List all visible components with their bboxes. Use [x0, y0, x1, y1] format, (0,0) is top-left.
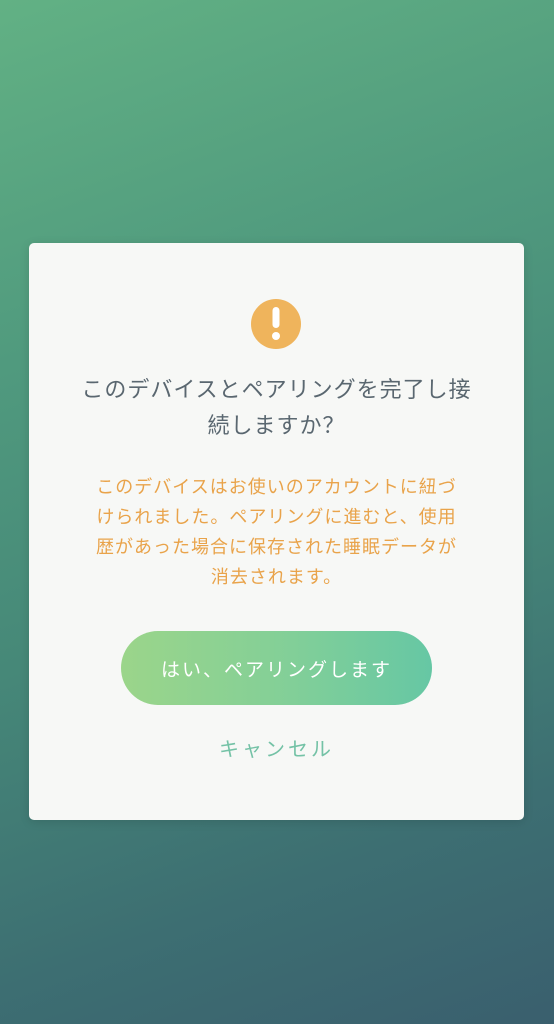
dialog-message: このデバイスはお使いのアカウントに紐づ けられました。ペアリングに進むと、使用 … — [69, 473, 484, 593]
pairing-confirm-dialog: このデバイスとペアリングを完了し接 続しますか？ このデバイスはお使いのアカウン… — [29, 243, 524, 820]
exclamation-icon — [251, 299, 301, 349]
dialog-title-line: このデバイスとペアリングを完了し接 — [81, 378, 472, 403]
dialog-message-line: 消去されます。 — [210, 567, 343, 588]
cancel-button[interactable]: キャンセル — [29, 733, 524, 762]
dialog-message-line: このデバイスはお使いのアカウントに紐づ — [96, 477, 457, 498]
dialog-title: このデバイスとペアリングを完了し接 続しますか？ — [59, 373, 494, 445]
dialog-message-line: けられました。ペアリングに進むと、使用 — [96, 507, 457, 528]
dialog-message-line: 歴があった場合に保存された睡眠データが — [96, 537, 457, 558]
confirm-pairing-button[interactable]: はい、ペアリングします — [121, 631, 432, 705]
exclamation-glyph — [272, 307, 280, 340]
dialog-title-line: 続しますか？ — [207, 414, 346, 439]
